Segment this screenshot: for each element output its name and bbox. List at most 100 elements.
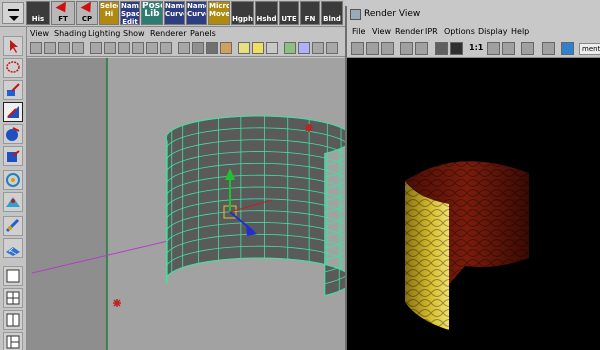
rgb-channels-icon[interactable]: [435, 42, 448, 55]
light-marker-icon: [305, 124, 313, 132]
lights-icon[interactable]: [238, 42, 250, 54]
viewport-menu-bar: View Shading Lighting Show Renderer Pane…: [27, 27, 345, 40]
display-options-icon[interactable]: [542, 42, 555, 55]
manip-icon: [5, 218, 20, 233]
shelf-button-micro-move[interactable]: Micro Move: [208, 1, 230, 25]
shelf-button-pose-lib[interactable]: Pose Lib: [141, 1, 163, 25]
resolution-gate-icon[interactable]: [118, 42, 130, 54]
render-view-window-icon: [350, 9, 361, 20]
viewport-left-shade: [27, 58, 107, 350]
backface-icon[interactable]: [326, 42, 338, 54]
menu-view[interactable]: View: [30, 29, 49, 38]
safe-action-icon[interactable]: [160, 42, 172, 54]
render-view-title: Render View: [364, 9, 421, 19]
paint-select-tool[interactable]: [3, 80, 23, 100]
shelf-button-ft[interactable]: FT: [51, 1, 75, 25]
wireframe-on-shaded-icon[interactable]: [206, 42, 218, 54]
shelf-button-select-hi[interactable]: Select Hi: [99, 1, 119, 25]
shelf-button-name-curve-2[interactable]: Name Curve: [186, 1, 207, 25]
camera-select-icon[interactable]: [30, 42, 42, 54]
layout-split-button[interactable]: [3, 310, 23, 330]
show-manip-tool[interactable]: [3, 216, 23, 236]
soft-mod-tool[interactable]: [3, 192, 23, 212]
layout-single-icon: [6, 269, 20, 283]
grid-tiles-icon: [6, 247, 20, 256]
rv-menu-options[interactable]: Options: [444, 27, 475, 36]
keep-image-icon[interactable]: [487, 42, 500, 55]
lasso-tool[interactable]: [3, 58, 23, 78]
rotate-tool[interactable]: [3, 124, 23, 144]
menu-show[interactable]: Show: [123, 29, 145, 38]
rv-menu-render[interactable]: Render: [395, 27, 423, 36]
menu-lighting[interactable]: Lighting: [88, 29, 120, 38]
render-image: [405, 161, 529, 330]
viewport-icon-bar: [27, 40, 345, 57]
rotate-icon: [6, 127, 20, 141]
image-plane-icon[interactable]: [72, 42, 84, 54]
shelf-button-hshd[interactable]: Hshd: [255, 1, 278, 25]
menu-panels[interactable]: Panels: [190, 29, 216, 38]
shelf-menu-button[interactable]: [2, 2, 24, 24]
rv-menu-file[interactable]: File: [352, 27, 365, 36]
all-lights-icon[interactable]: [252, 42, 264, 54]
shelf-button-name-space[interactable]: Name Space Edit: [120, 1, 140, 25]
rv-menu-ipr[interactable]: IPR: [425, 27, 438, 36]
last-tool[interactable]: [3, 238, 23, 258]
render-view-titlebar: Render View: [345, 6, 600, 24]
camera-icon[interactable]: [561, 42, 574, 55]
ipr-refresh-icon[interactable]: [415, 42, 428, 55]
xray-joints-icon[interactable]: [312, 42, 324, 54]
layout-outliner-button[interactable]: [3, 332, 23, 350]
alpha-channel-icon[interactable]: [450, 42, 463, 55]
rv-menu-display[interactable]: Display: [478, 27, 508, 36]
shelf-button-cp[interactable]: CP: [76, 1, 98, 25]
rv-menu-help[interactable]: Help: [511, 27, 529, 36]
redo-render-icon[interactable]: [351, 42, 364, 55]
xray-icon[interactable]: [298, 42, 310, 54]
shelf-button-fn[interactable]: FN: [300, 1, 320, 25]
real-size-button[interactable]: 1:1: [469, 43, 483, 52]
remove-image-icon[interactable]: [502, 42, 515, 55]
bookmark-icon[interactable]: [58, 42, 70, 54]
paint-brush-icon: [7, 83, 20, 96]
move-tool[interactable]: [3, 102, 23, 122]
soft-mod-icon: [6, 197, 20, 207]
render-view-toolbar: 1:1 menta: [345, 40, 600, 58]
field-chart-icon[interactable]: [146, 42, 158, 54]
perspective-viewport[interactable]: [27, 58, 345, 350]
rv-menu-view[interactable]: View: [372, 27, 391, 36]
camera-field[interactable]: menta: [579, 43, 600, 55]
ipr-render-icon[interactable]: [400, 42, 413, 55]
camera-attr-icon[interactable]: [44, 42, 56, 54]
film-gate-icon[interactable]: [104, 42, 116, 54]
select-tool[interactable]: [3, 36, 23, 56]
shelf-button-ute[interactable]: UTE: [279, 1, 299, 25]
isolate-icon[interactable]: [284, 42, 296, 54]
viewport-canvas: [27, 58, 345, 350]
scale-tool[interactable]: [3, 146, 23, 166]
move-icon: [7, 106, 19, 118]
render-region-icon[interactable]: [366, 42, 379, 55]
layout-single-button[interactable]: [3, 266, 23, 286]
gate-mask-icon[interactable]: [132, 42, 144, 54]
layout-four-button[interactable]: [3, 288, 23, 308]
shelf-button-name-curve[interactable]: Name Curve: [164, 1, 185, 25]
menu-bar-icon: [8, 9, 19, 11]
universal-tool[interactable]: [3, 170, 23, 190]
image-slider-icon[interactable]: [521, 42, 534, 55]
shadows-icon[interactable]: [266, 42, 278, 54]
menu-renderer[interactable]: Renderer: [150, 29, 187, 38]
layout-outliner-icon: [6, 335, 20, 349]
render-outer-texture: [405, 181, 449, 330]
snapshot-icon[interactable]: [381, 42, 394, 55]
shelf-button-hgph[interactable]: Hgph: [231, 1, 254, 25]
shelf-bar: His FT CP Select Hi Name Space Edit Pose…: [0, 0, 345, 27]
shelf-button-blnd[interactable]: Blnd: [321, 1, 343, 25]
shelf-button-his[interactable]: His: [26, 1, 50, 25]
smooth-shade-icon[interactable]: [192, 42, 204, 54]
menu-shading[interactable]: Shading: [54, 29, 87, 38]
wireframe-icon[interactable]: [178, 42, 190, 54]
textured-icon[interactable]: [220, 42, 232, 54]
light-marker-icon: [113, 299, 121, 307]
grid-icon[interactable]: [90, 42, 102, 54]
